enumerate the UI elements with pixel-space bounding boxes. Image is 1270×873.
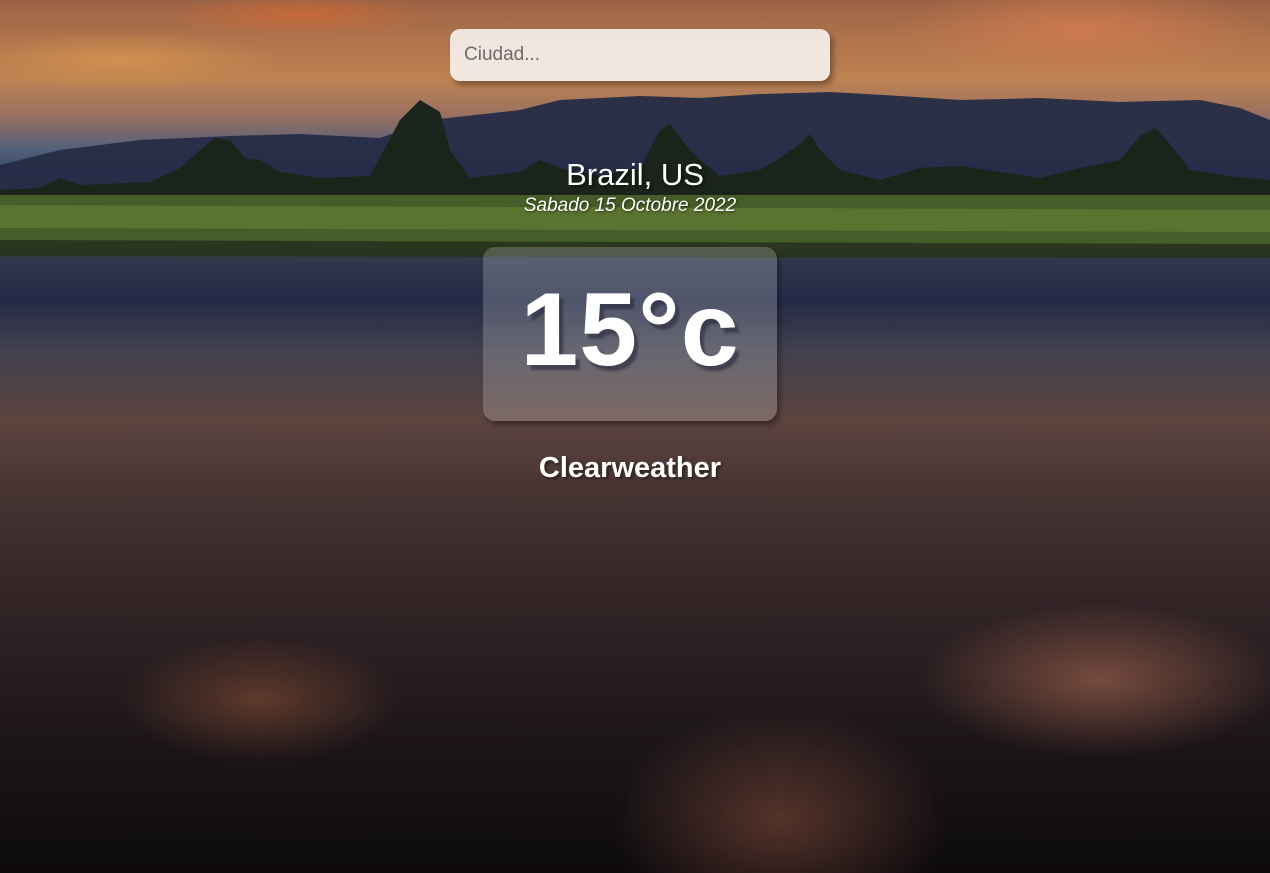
background-overlay [0, 0, 1270, 873]
weather-app: Brazil, US Sabado 15 Octobre 2022 15°c C… [0, 0, 1270, 873]
temperature-value: 15°c [520, 272, 740, 388]
city-search-input[interactable] [450, 29, 830, 81]
weather-condition: Clearweather [538, 452, 722, 484]
location-name: Brazil, US [566, 157, 704, 192]
temperature-card: 15°c [483, 247, 777, 421]
current-date: Sabado 15 Octobre 2022 [523, 195, 737, 216]
